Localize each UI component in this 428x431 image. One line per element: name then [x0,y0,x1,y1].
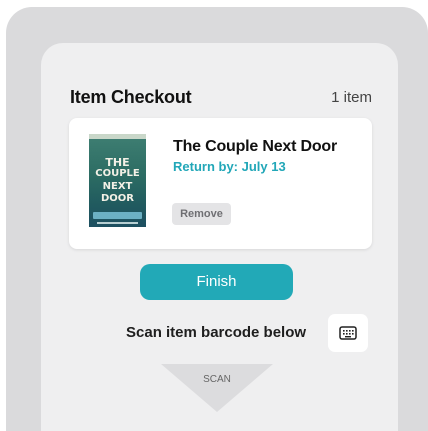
scan-arrow-label: SCAN [203,374,231,385]
keyboard-entry-button[interactable] [328,314,368,352]
scan-arrow [161,364,273,412]
finish-button[interactable]: Finish [140,264,293,300]
page-title: Item Checkout [70,87,192,107]
remove-item-button[interactable]: Remove [172,203,231,225]
cover-footer-line [97,222,138,224]
checkout-item-card: THE COUPLE NEXT DOOR The Couple Next Doo… [69,118,372,249]
book-title: The Couple Next Door [173,138,338,155]
cover-title-line: DOOR [100,193,134,204]
cover-banner [89,134,146,139]
scan-instruction: Scan item barcode below [126,324,307,341]
cover-author-band [93,212,142,219]
return-date: Return by: July 13 [173,159,286,174]
cover-title-line: COUPLE [95,168,140,179]
cover-title-line: THE [105,156,130,169]
cover-title-line: NEXT [102,181,133,192]
book-cover-image: THE COUPLE NEXT DOOR [89,134,146,227]
keyboard-icon [339,326,357,340]
item-count: 1 item [331,89,372,106]
